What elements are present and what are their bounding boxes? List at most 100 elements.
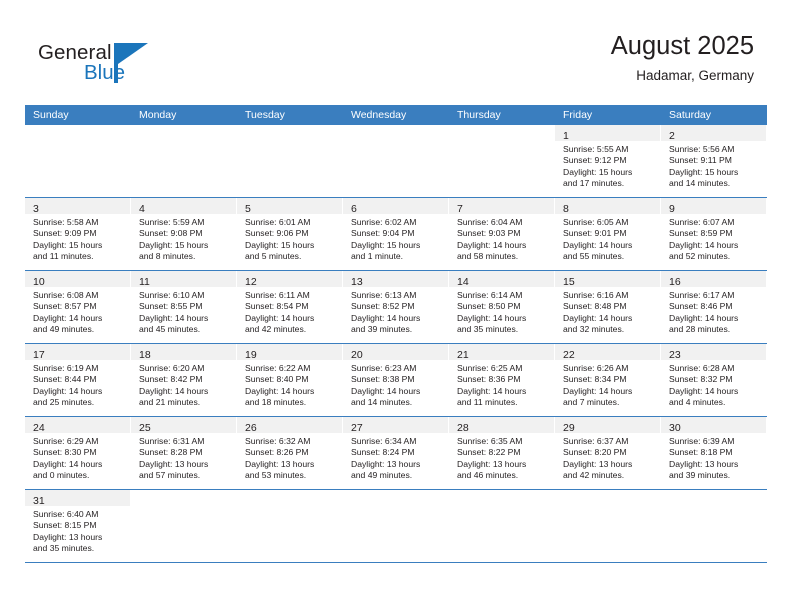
daylight-text-line1: Daylight: 14 hours [33,458,103,469]
calendar-day-cell-empty [343,125,449,197]
sunrise-text: Sunrise: 6:35 AM [457,436,523,446]
calendar-day-cell[interactable]: 25 Sunrise: 6:31 AM Sunset: 8:28 PM Dayligh… [131,417,237,489]
daylight-text-line1: Daylight: 14 hours [669,239,739,250]
day-number-band [237,490,342,506]
day-number-band: 3 [25,198,130,215]
calendar-day-cell[interactable]: 4 Sunrise: 5:59 AM Sunset: 9:08 PM Daylight… [131,198,237,270]
day-number-band: 16 [661,271,766,288]
calendar-day-cell[interactable]: 6 Sunrise: 6:02 AM Sunset: 9:04 PM Daylight… [343,198,449,270]
calendar-week-row: 10 Sunrise: 6:08 AM Sunset: 8:57 PM Dayligh… [25,270,767,343]
day-details: Sunrise: 6:35 AM Sunset: 8:22 PM Daylight:… [449,433,554,482]
sunset-text: Sunset: 8:48 PM [563,301,627,312]
day-number: 6 [351,203,357,215]
weekday-header-wednesday: Wednesday [351,109,407,121]
daylight-text-line2: and 11 minutes. [33,251,94,262]
weekday-header-tuesday: Tuesday [245,109,285,121]
calendar-day-cell[interactable]: 19 Sunrise: 6:22 AM Sunset: 8:40 PM Dayligh… [237,344,343,416]
sunset-text: Sunset: 8:40 PM [245,374,309,385]
daylight-text-line2: and 49 minutes. [351,470,413,481]
calendar-day-cell[interactable]: 20 Sunrise: 6:23 AM Sunset: 8:38 PM Dayligh… [343,344,449,416]
day-number-band: 6 [343,198,448,215]
calendar-day-cell[interactable]: 14 Sunrise: 6:14 AM Sunset: 8:50 PM Dayligh… [449,271,555,343]
weekday-header-friday: Friday [563,109,593,121]
day-number: 31 [33,495,45,507]
day-number-band: 22 [555,344,660,361]
page-header: General Blue August 2025 Hadamar, German… [0,0,792,98]
calendar-day-cell[interactable]: 2 Sunrise: 5:56 AM Sunset: 9:11 PM Daylight… [661,125,767,197]
calendar-day-cell[interactable]: 30 Sunrise: 6:39 AM Sunset: 8:18 PM Dayligh… [661,417,767,489]
daylight-text-line1: Daylight: 15 hours [139,239,209,250]
daylight-text-line1: Daylight: 15 hours [245,239,315,250]
day-number: 13 [351,276,363,288]
calendar-day-cell[interactable]: 22 Sunrise: 6:26 AM Sunset: 8:34 PM Dayligh… [555,344,661,416]
calendar-day-cell[interactable]: 12 Sunrise: 6:11 AM Sunset: 8:54 PM Dayligh… [237,271,343,343]
day-number-band [343,125,448,141]
day-details: Sunrise: 6:13 AM Sunset: 8:52 PM Daylight:… [343,287,448,336]
calendar-day-cell[interactable]: 21 Sunrise: 6:25 AM Sunset: 8:36 PM Dayligh… [449,344,555,416]
calendar-day-cell[interactable]: 9 Sunrise: 6:07 AM Sunset: 8:59 PM Daylight… [661,198,767,270]
calendar-day-cell[interactable]: 16 Sunrise: 6:17 AM Sunset: 8:46 PM Dayligh… [661,271,767,343]
sunrise-text: Sunrise: 6:39 AM [669,436,735,446]
sunset-text: Sunset: 8:55 PM [139,301,203,312]
day-details: Sunrise: 5:56 AM Sunset: 9:11 PM Daylight:… [661,141,766,190]
day-number: 2 [669,130,675,142]
daylight-text-line1: Daylight: 14 hours [139,312,209,323]
daylight-text-line2: and 4 minutes. [669,397,726,408]
calendar-day-cell[interactable]: 5 Sunrise: 6:01 AM Sunset: 9:06 PM Daylight… [237,198,343,270]
calendar-day-cell[interactable]: 28 Sunrise: 6:35 AM Sunset: 8:22 PM Dayligh… [449,417,555,489]
generalblue-logo[interactable]: General Blue [38,41,168,89]
calendar-day-cell[interactable]: 31 Sunrise: 6:40 AM Sunset: 8:15 PM Dayligh… [25,490,131,562]
sunrise-text: Sunrise: 6:40 AM [33,509,99,519]
day-number: 22 [563,349,575,361]
calendar-day-cell-empty [237,490,343,562]
day-number: 4 [139,203,145,215]
daylight-text-line1: Daylight: 15 hours [351,239,421,250]
day-number-band: 14 [449,271,554,288]
sunrise-text: Sunrise: 6:08 AM [33,290,99,300]
calendar-day-cell[interactable]: 15 Sunrise: 6:16 AM Sunset: 8:48 PM Dayligh… [555,271,661,343]
calendar-day-cell[interactable]: 3 Sunrise: 5:58 AM Sunset: 9:09 PM Daylight… [25,198,131,270]
daylight-text-line2: and 0 minutes. [33,470,90,481]
sunset-text: Sunset: 9:11 PM [669,155,732,166]
day-details: Sunrise: 5:55 AM Sunset: 9:12 PM Daylight:… [555,141,660,190]
calendar-day-cell[interactable]: 13 Sunrise: 6:13 AM Sunset: 8:52 PM Dayligh… [343,271,449,343]
day-number-band: 2 [661,125,766,142]
sunrise-text: Sunrise: 6:37 AM [563,436,629,446]
day-number-band: 13 [343,271,448,288]
day-number-band: 23 [661,344,766,361]
calendar-day-cell-empty [449,125,555,197]
day-number: 24 [33,422,45,434]
calendar-day-cell[interactable]: 23 Sunrise: 6:28 AM Sunset: 8:32 PM Dayligh… [661,344,767,416]
calendar-day-cell[interactable]: 7 Sunrise: 6:04 AM Sunset: 9:03 PM Daylight… [449,198,555,270]
day-number-band [343,490,448,506]
daylight-text-line1: Daylight: 15 hours [563,166,633,177]
calendar-day-cell[interactable]: 24 Sunrise: 6:29 AM Sunset: 8:30 PM Dayligh… [25,417,131,489]
daylight-text-line2: and 39 minutes. [351,324,413,335]
day-number-band: 19 [237,344,342,361]
calendar-week-row: 31 Sunrise: 6:40 AM Sunset: 8:15 PM Dayligh… [25,489,767,563]
calendar-day-cell[interactable]: 10 Sunrise: 6:08 AM Sunset: 8:57 PM Dayligh… [25,271,131,343]
daylight-text-line2: and 35 minutes. [33,543,95,554]
calendar-day-cell[interactable]: 26 Sunrise: 6:32 AM Sunset: 8:26 PM Dayligh… [237,417,343,489]
calendar-day-cell[interactable]: 8 Sunrise: 6:05 AM Sunset: 9:01 PM Daylight… [555,198,661,270]
daylight-text-line1: Daylight: 14 hours [457,239,527,250]
sunset-text: Sunset: 9:03 PM [457,228,521,239]
calendar-day-cell[interactable]: 29 Sunrise: 6:37 AM Sunset: 8:20 PM Dayligh… [555,417,661,489]
calendar-day-cell[interactable]: 1 Sunrise: 5:55 AM Sunset: 9:12 PM Daylight… [555,125,661,197]
calendar-day-cell[interactable]: 18 Sunrise: 6:20 AM Sunset: 8:42 PM Dayligh… [131,344,237,416]
day-number-band: 17 [25,344,130,361]
day-number: 16 [669,276,681,288]
calendar-day-cell[interactable]: 27 Sunrise: 6:34 AM Sunset: 8:24 PM Dayligh… [343,417,449,489]
calendar-week-row: 1 Sunrise: 5:55 AM Sunset: 9:12 PM Daylight… [25,125,767,197]
page-subtitle: Hadamar, Germany [636,68,754,83]
sunset-text: Sunset: 9:08 PM [139,228,203,239]
day-details: Sunrise: 6:19 AM Sunset: 8:44 PM Daylight:… [25,360,130,409]
calendar-day-cell[interactable]: 17 Sunrise: 6:19 AM Sunset: 8:44 PM Dayligh… [25,344,131,416]
calendar-day-cell[interactable]: 11 Sunrise: 6:10 AM Sunset: 8:55 PM Dayligh… [131,271,237,343]
day-number: 26 [245,422,257,434]
daylight-text-line1: Daylight: 13 hours [351,458,421,469]
sunrise-text: Sunrise: 6:19 AM [33,363,99,373]
daylight-text-line2: and 11 minutes. [457,397,518,408]
sunrise-text: Sunrise: 6:31 AM [139,436,205,446]
sunset-text: Sunset: 8:24 PM [351,447,415,458]
